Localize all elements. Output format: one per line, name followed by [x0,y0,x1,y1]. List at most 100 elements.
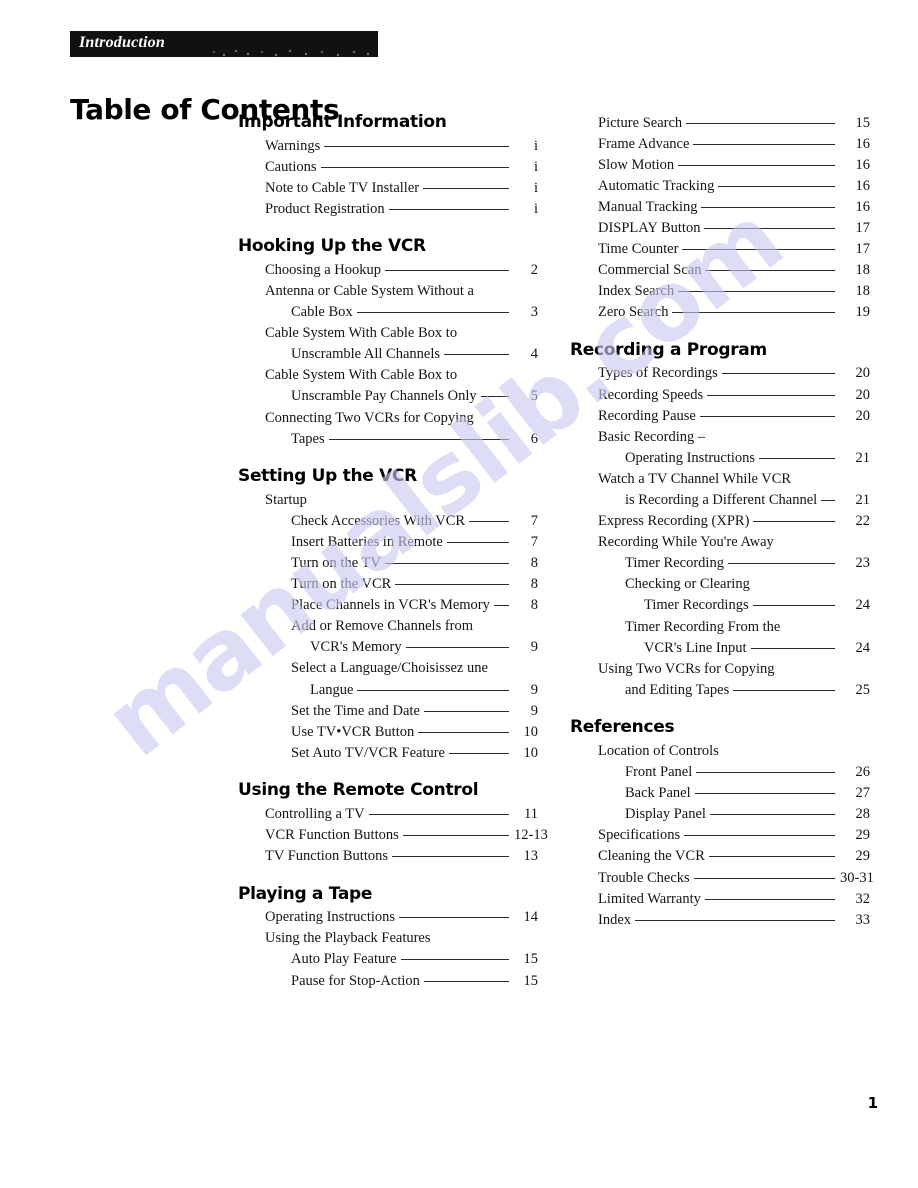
toc-entry[interactable]: Automatic Tracking 16 [570,175,870,196]
toc-entry[interactable]: Specifications 29 [570,825,870,846]
toc-entry-title: Recording Pause [598,407,696,424]
toc-entry[interactable]: Using the Playback Features [238,928,538,949]
toc-entry[interactable]: Frame Advance 16 [570,133,870,154]
toc-entry[interactable]: Startup [238,489,538,510]
toc-section-heading: Using the Remote Control [238,780,479,801]
toc-entry[interactable]: VCR Function Buttons 12-13 [238,825,548,846]
toc-entry-page-number: 12-13 [514,827,548,844]
toc-entry[interactable]: Pause for Stop-Action 15 [238,970,538,991]
toc-entry[interactable]: Antenna or Cable System Without a [238,280,538,301]
toc-entry[interactable]: Connecting Two VCRs for Copying [238,407,538,428]
toc-entry[interactable]: Checking or Clearing [570,574,870,595]
toc-entry-page-number: 24 [855,639,871,656]
toc-entry[interactable]: Cautions i [238,156,538,177]
toc-entry[interactable]: Cable Box 3 [238,302,538,323]
toc-entry[interactable]: Recording Pause 20 [570,405,870,426]
toc-entry-title: Operating Instructions [265,909,396,926]
toc-entry-title: Index [598,911,632,928]
toc-entry[interactable]: Cleaning the VCR 29 [570,846,870,867]
toc-entry[interactable]: Time Counter 17 [570,239,870,260]
toc-entry[interactable]: Operating Instructions 21 [570,447,870,468]
toc-entry[interactable]: Express Recording (XPR) 22 [570,511,870,532]
toc-entry[interactable]: Place Channels in VCR's Memory 8 [238,595,538,616]
toc-leader-dots [420,700,512,715]
toc-entry[interactable]: TV Function Buttons 13 [238,846,538,867]
toc-entry[interactable]: Tapes 6 [238,428,538,449]
toc-entry[interactable]: Insert Batteries in Remote 7 [238,531,538,552]
toc-entry[interactable]: Turn on the TV 8 [238,553,538,574]
toc-entry[interactable]: Unscramble Pay Channels Only 5 [238,386,538,407]
toc-entry[interactable]: DISPLAY Button 17 [570,217,870,238]
toc-leader-dots [774,532,838,547]
toc-entry-title: Auto Play Feature [291,951,397,968]
toc-entry-title: Tapes [291,430,325,447]
toc-entry[interactable]: Set the Time and Date 9 [238,700,538,721]
toc-leader-dots [388,846,512,861]
toc-entry-title: Product Registration [265,200,385,217]
toc-entry[interactable]: Zero Search 19 [570,302,870,323]
toc-entry[interactable]: Picture Search 15 [570,112,870,133]
toc-entry[interactable]: Cable System With Cable Box to [238,365,538,386]
toc-entry-title: Slow Motion [598,156,675,173]
toc-entry[interactable]: VCR's Memory 9 [238,637,538,658]
page-number-folio: 1 [867,1094,878,1112]
toc-entry[interactable]: Location of Controls [570,740,870,761]
toc-entry[interactable]: Watch a TV Channel While VCR [570,468,870,489]
toc-section-heading: Hooking Up the VCR [238,236,426,257]
toc-entry[interactable]: Timer Recording From the [570,616,870,637]
toc-entry-page-number: 27 [855,785,871,802]
toc-entry[interactable]: Unscramble All Channels 4 [238,344,538,365]
toc-entry[interactable]: Warnings i [238,135,538,156]
toc-entry[interactable]: Add or Remove Channels from [238,616,538,637]
toc-entry-page-number: 25 [855,681,871,698]
toc-leader-dots [682,112,838,127]
toc-entry[interactable]: Trouble Checks 30-31 [570,867,874,888]
toc-entry[interactable]: Controlling a TV 11 [238,803,538,824]
toc-entry[interactable]: Commercial Scan 18 [570,260,870,281]
toc-leader-dots [690,867,838,882]
toc-entry-title: is Recording a Different Channel [625,492,818,508]
toc-entry[interactable]: Select a Language/Choisissez une [238,658,538,679]
toc-entry[interactable]: Set Auto TV/VCR Feature 10 [238,742,538,763]
toc-entry[interactable]: Recording While You're Away [570,532,870,553]
toc-entry[interactable]: is Recording a Different Channel 21 [570,490,870,511]
toc-entry-title: Place Channels in VCR's Memory [291,597,490,614]
toc-leader-dots [718,363,838,378]
toc-entry[interactable]: Product Registration i [238,198,538,219]
toc-entry[interactable]: Recording Speeds 20 [570,384,870,405]
toc-entry[interactable]: Index 33 [570,909,870,930]
toc-entry[interactable]: Types of Recordings 20 [570,363,870,384]
toc-entry[interactable]: Display Panel 28 [570,804,870,825]
toc-entry-page-number: 14 [523,909,539,926]
toc-entry[interactable]: Turn on the VCR 8 [238,574,538,595]
toc-entry[interactable]: Manual Tracking 16 [570,196,870,217]
toc-entry[interactable]: Timer Recordings 24 [570,595,870,616]
toc-entry[interactable]: and Editing Tapes 25 [570,679,870,700]
toc-entry[interactable]: Front Panel 26 [570,762,870,783]
toc-entry[interactable]: Basic Recording – [570,426,870,447]
toc-entry[interactable]: Timer Recording 23 [570,553,870,574]
toc-entry[interactable]: Choosing a Hookup 2 [238,259,538,280]
toc-entry-title: Startup [265,491,307,508]
toc-leader-dots [705,426,838,441]
toc-entry[interactable]: Auto Play Feature 15 [238,949,538,970]
toc-entry[interactable]: Note to Cable TV Installer i [238,177,538,198]
toc-entry[interactable]: Langue 9 [238,679,538,700]
toc-entry[interactable]: Using Two VCRs for Copying [570,658,870,679]
toc-entry[interactable]: Check Accessories With VCR 7 [238,510,538,531]
toc-leader-dots [325,428,512,443]
toc-leader-dots [457,323,512,338]
toc-leader-dots [749,595,838,610]
section-header-label: Introduction [79,34,165,51]
toc-entry[interactable]: Use TV•VCR Button 10 [238,721,538,742]
toc-entry[interactable]: Slow Motion 16 [570,154,870,175]
toc-leader-dots [365,803,512,818]
toc-entry[interactable]: Index Search 18 [570,281,870,302]
toc-entry[interactable]: Back Panel 27 [570,783,870,804]
toc-entry[interactable]: Cable System With Cable Box to [238,323,538,344]
toc-entry-title: Commercial Scan [598,262,702,279]
toc-leader-dots [729,679,838,694]
toc-entry[interactable]: Limited Warranty 32 [570,888,870,909]
toc-entry[interactable]: Operating Instructions 14 [238,907,538,928]
toc-entry[interactable]: VCR's Line Input 24 [570,637,870,658]
